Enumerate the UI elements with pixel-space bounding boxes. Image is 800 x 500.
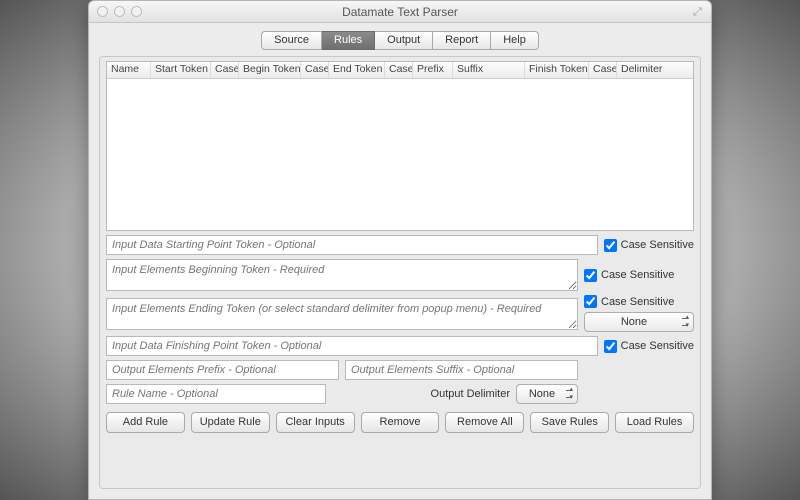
save-rules-button[interactable]: Save Rules: [530, 412, 609, 433]
col-start-token[interactable]: Start Token: [151, 62, 211, 78]
tab-output[interactable]: Output: [375, 31, 433, 50]
remove-all-button[interactable]: Remove All: [445, 412, 524, 433]
col-case-4[interactable]: Case: [589, 62, 617, 78]
checkbox-icon[interactable]: [584, 269, 597, 282]
titlebar: Datamate Text Parser ⤢: [89, 1, 711, 23]
chevron-updown-icon: ▴▾: [685, 314, 689, 330]
prefix-input[interactable]: [106, 360, 339, 380]
output-delimiter-select[interactable]: None ▴▾: [516, 384, 578, 404]
col-finish-token[interactable]: Finish Token: [525, 62, 589, 78]
fullscreen-icon[interactable]: ⤢: [693, 6, 705, 18]
end-token-input[interactable]: [106, 298, 578, 330]
checkbox-icon[interactable]: [604, 239, 617, 252]
col-prefix[interactable]: Prefix: [413, 62, 453, 78]
col-case-3[interactable]: Case: [385, 62, 413, 78]
rules-panel: Name Start Token Case Begin Token Case E…: [99, 56, 701, 489]
col-begin-token[interactable]: Begin Token: [239, 62, 301, 78]
end-token-case-checkbox[interactable]: Case Sensitive: [584, 295, 694, 308]
chevron-updown-icon: ▴▾: [569, 386, 573, 402]
col-name[interactable]: Name: [107, 62, 151, 78]
col-end-token[interactable]: End Token: [329, 62, 385, 78]
update-rule-button[interactable]: Update Rule: [191, 412, 270, 433]
suffix-input[interactable]: [345, 360, 578, 380]
col-case-1[interactable]: Case: [211, 62, 239, 78]
remove-button[interactable]: Remove: [361, 412, 440, 433]
begin-token-case-checkbox[interactable]: Case Sensitive: [584, 269, 694, 282]
begin-token-input[interactable]: [106, 259, 578, 291]
start-token-case-checkbox[interactable]: Case Sensitive: [604, 239, 694, 252]
table-header: Name Start Token Case Begin Token Case E…: [107, 62, 693, 79]
finish-token-case-checkbox[interactable]: Case Sensitive: [604, 340, 694, 353]
tab-rules[interactable]: Rules: [322, 31, 375, 50]
minimize-icon[interactable]: [114, 6, 125, 17]
checkbox-icon[interactable]: [604, 340, 617, 353]
load-rules-button[interactable]: Load Rules: [615, 412, 694, 433]
rules-table[interactable]: Name Start Token Case Begin Token Case E…: [106, 61, 694, 231]
clear-inputs-button[interactable]: Clear Inputs: [276, 412, 355, 433]
add-rule-button[interactable]: Add Rule: [106, 412, 185, 433]
start-token-input[interactable]: [106, 235, 598, 255]
tab-source[interactable]: Source: [261, 31, 322, 50]
col-case-2[interactable]: Case: [301, 62, 329, 78]
output-delimiter-label: Output Delimiter: [431, 388, 510, 400]
zoom-icon[interactable]: [131, 6, 142, 17]
finish-token-input[interactable]: [106, 336, 598, 356]
col-suffix[interactable]: Suffix: [453, 62, 525, 78]
checkbox-icon[interactable]: [584, 295, 597, 308]
end-token-delimiter-select[interactable]: None ▴▾: [584, 312, 694, 332]
window-controls: [97, 6, 142, 17]
button-bar: Add Rule Update Rule Clear Inputs Remove…: [106, 412, 694, 433]
close-icon[interactable]: [97, 6, 108, 17]
rule-name-input[interactable]: [106, 384, 326, 404]
col-delimiter[interactable]: Delimiter: [617, 62, 693, 78]
tab-bar: Source Rules Output Report Help: [89, 31, 711, 50]
window-title: Datamate Text Parser: [89, 5, 711, 19]
app-window: Datamate Text Parser ⤢ Source Rules Outp…: [88, 0, 712, 500]
tab-report[interactable]: Report: [433, 31, 491, 50]
tab-help[interactable]: Help: [491, 31, 539, 50]
